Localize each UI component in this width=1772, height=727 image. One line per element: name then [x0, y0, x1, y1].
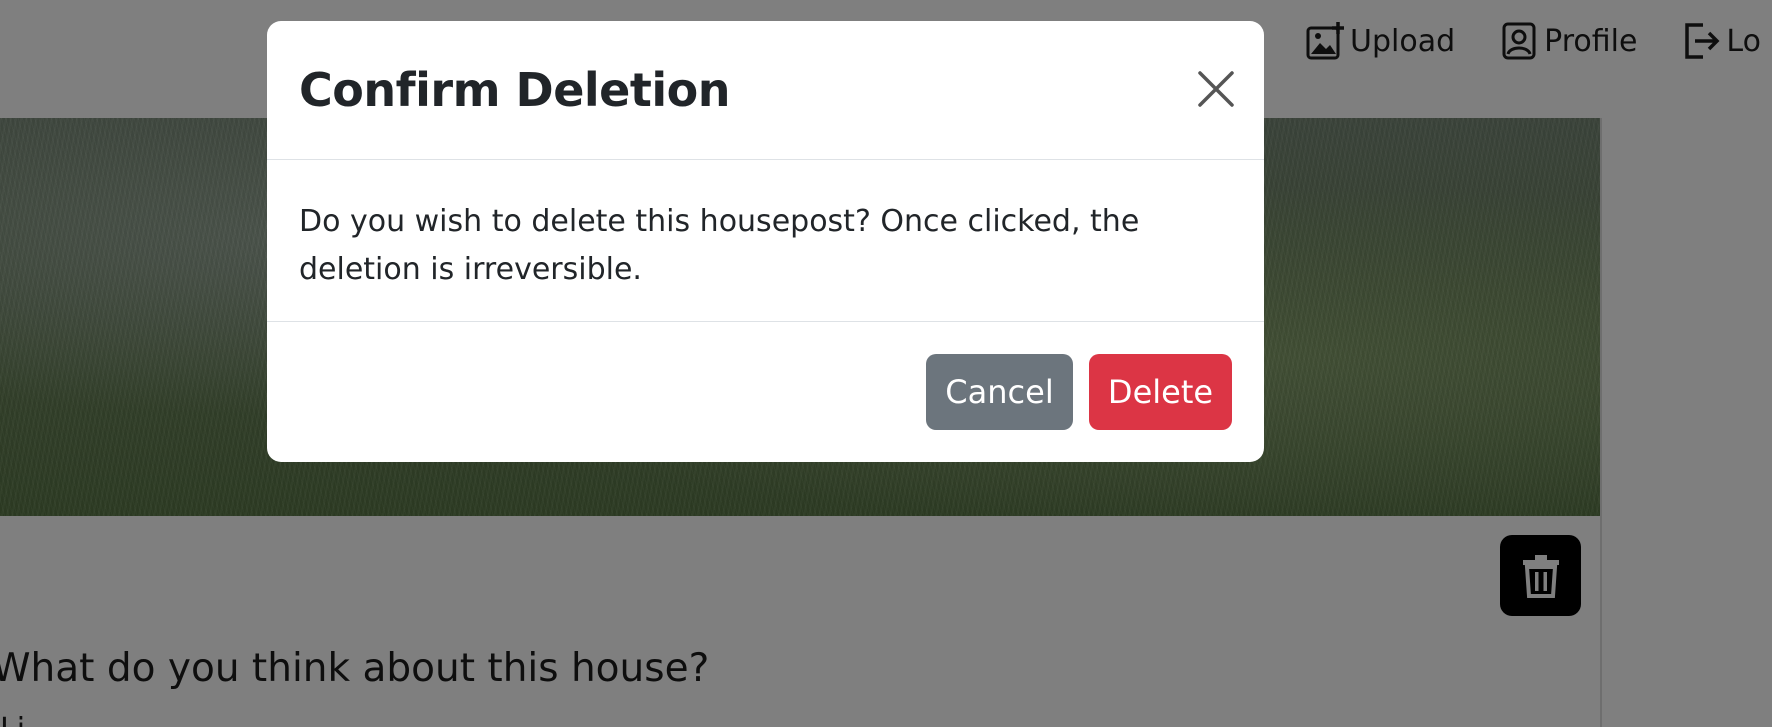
- modal-message: Do you wish to delete this housepost? On…: [299, 204, 1140, 287]
- modal-body: Do you wish to delete this housepost? On…: [267, 160, 1264, 322]
- modal-title: Confirm Deletion: [299, 63, 730, 117]
- close-button[interactable]: [1196, 69, 1236, 109]
- modal-footer: Cancel Delete: [267, 322, 1264, 462]
- close-icon: [1198, 71, 1234, 107]
- cancel-button[interactable]: Cancel: [926, 354, 1073, 430]
- delete-button[interactable]: Delete: [1089, 354, 1232, 430]
- modal-header: Confirm Deletion: [267, 21, 1264, 160]
- confirm-deletion-modal: Confirm Deletion Do you wish to delete t…: [267, 21, 1264, 462]
